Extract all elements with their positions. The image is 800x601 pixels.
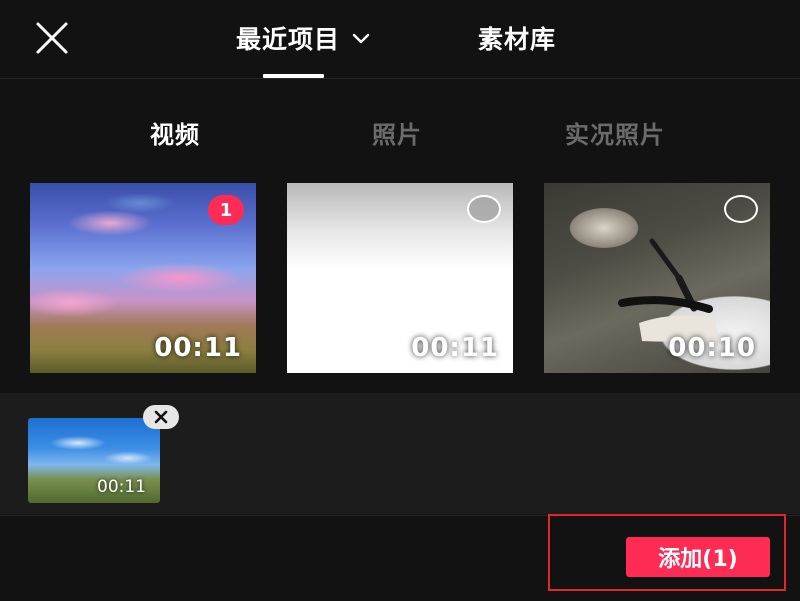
close-icon (36, 22, 68, 54)
media-item-2[interactable]: 00:11 (287, 183, 513, 373)
media-item-3[interactable]: 00:10 (544, 183, 770, 373)
select-circle[interactable] (724, 195, 758, 223)
media-duration: 00:11 (154, 333, 242, 363)
selected-item-duration: 00:11 (97, 477, 146, 497)
remove-selected-item-button[interactable] (143, 405, 179, 429)
media-duration: 00:11 (411, 333, 499, 363)
active-tab-indicator (263, 74, 324, 78)
close-icon (154, 410, 168, 424)
tab-recent-projects-label: 最近项目 (236, 25, 341, 54)
close-button[interactable] (30, 18, 74, 58)
media-duration: 00:10 (668, 333, 756, 363)
tab-material-library[interactable]: 素材库 (478, 18, 556, 58)
chevron-down-icon (352, 33, 370, 44)
filter-tab-video[interactable]: 视频 (150, 112, 200, 152)
add-button[interactable]: 添加(1) (626, 537, 770, 577)
tab-recent-projects[interactable]: 最近项目 (236, 18, 372, 58)
media-item-1[interactable]: 1 00:11 (30, 183, 256, 373)
selected-item-thumbnail[interactable]: 00:11 (28, 418, 160, 503)
selection-index-badge[interactable]: 1 (208, 195, 244, 225)
top-bar (0, 0, 800, 79)
filter-tab-live-photo[interactable]: 实况照片 (565, 112, 665, 152)
select-circle[interactable] (467, 195, 501, 223)
filter-tab-photo[interactable]: 照片 (372, 112, 422, 152)
